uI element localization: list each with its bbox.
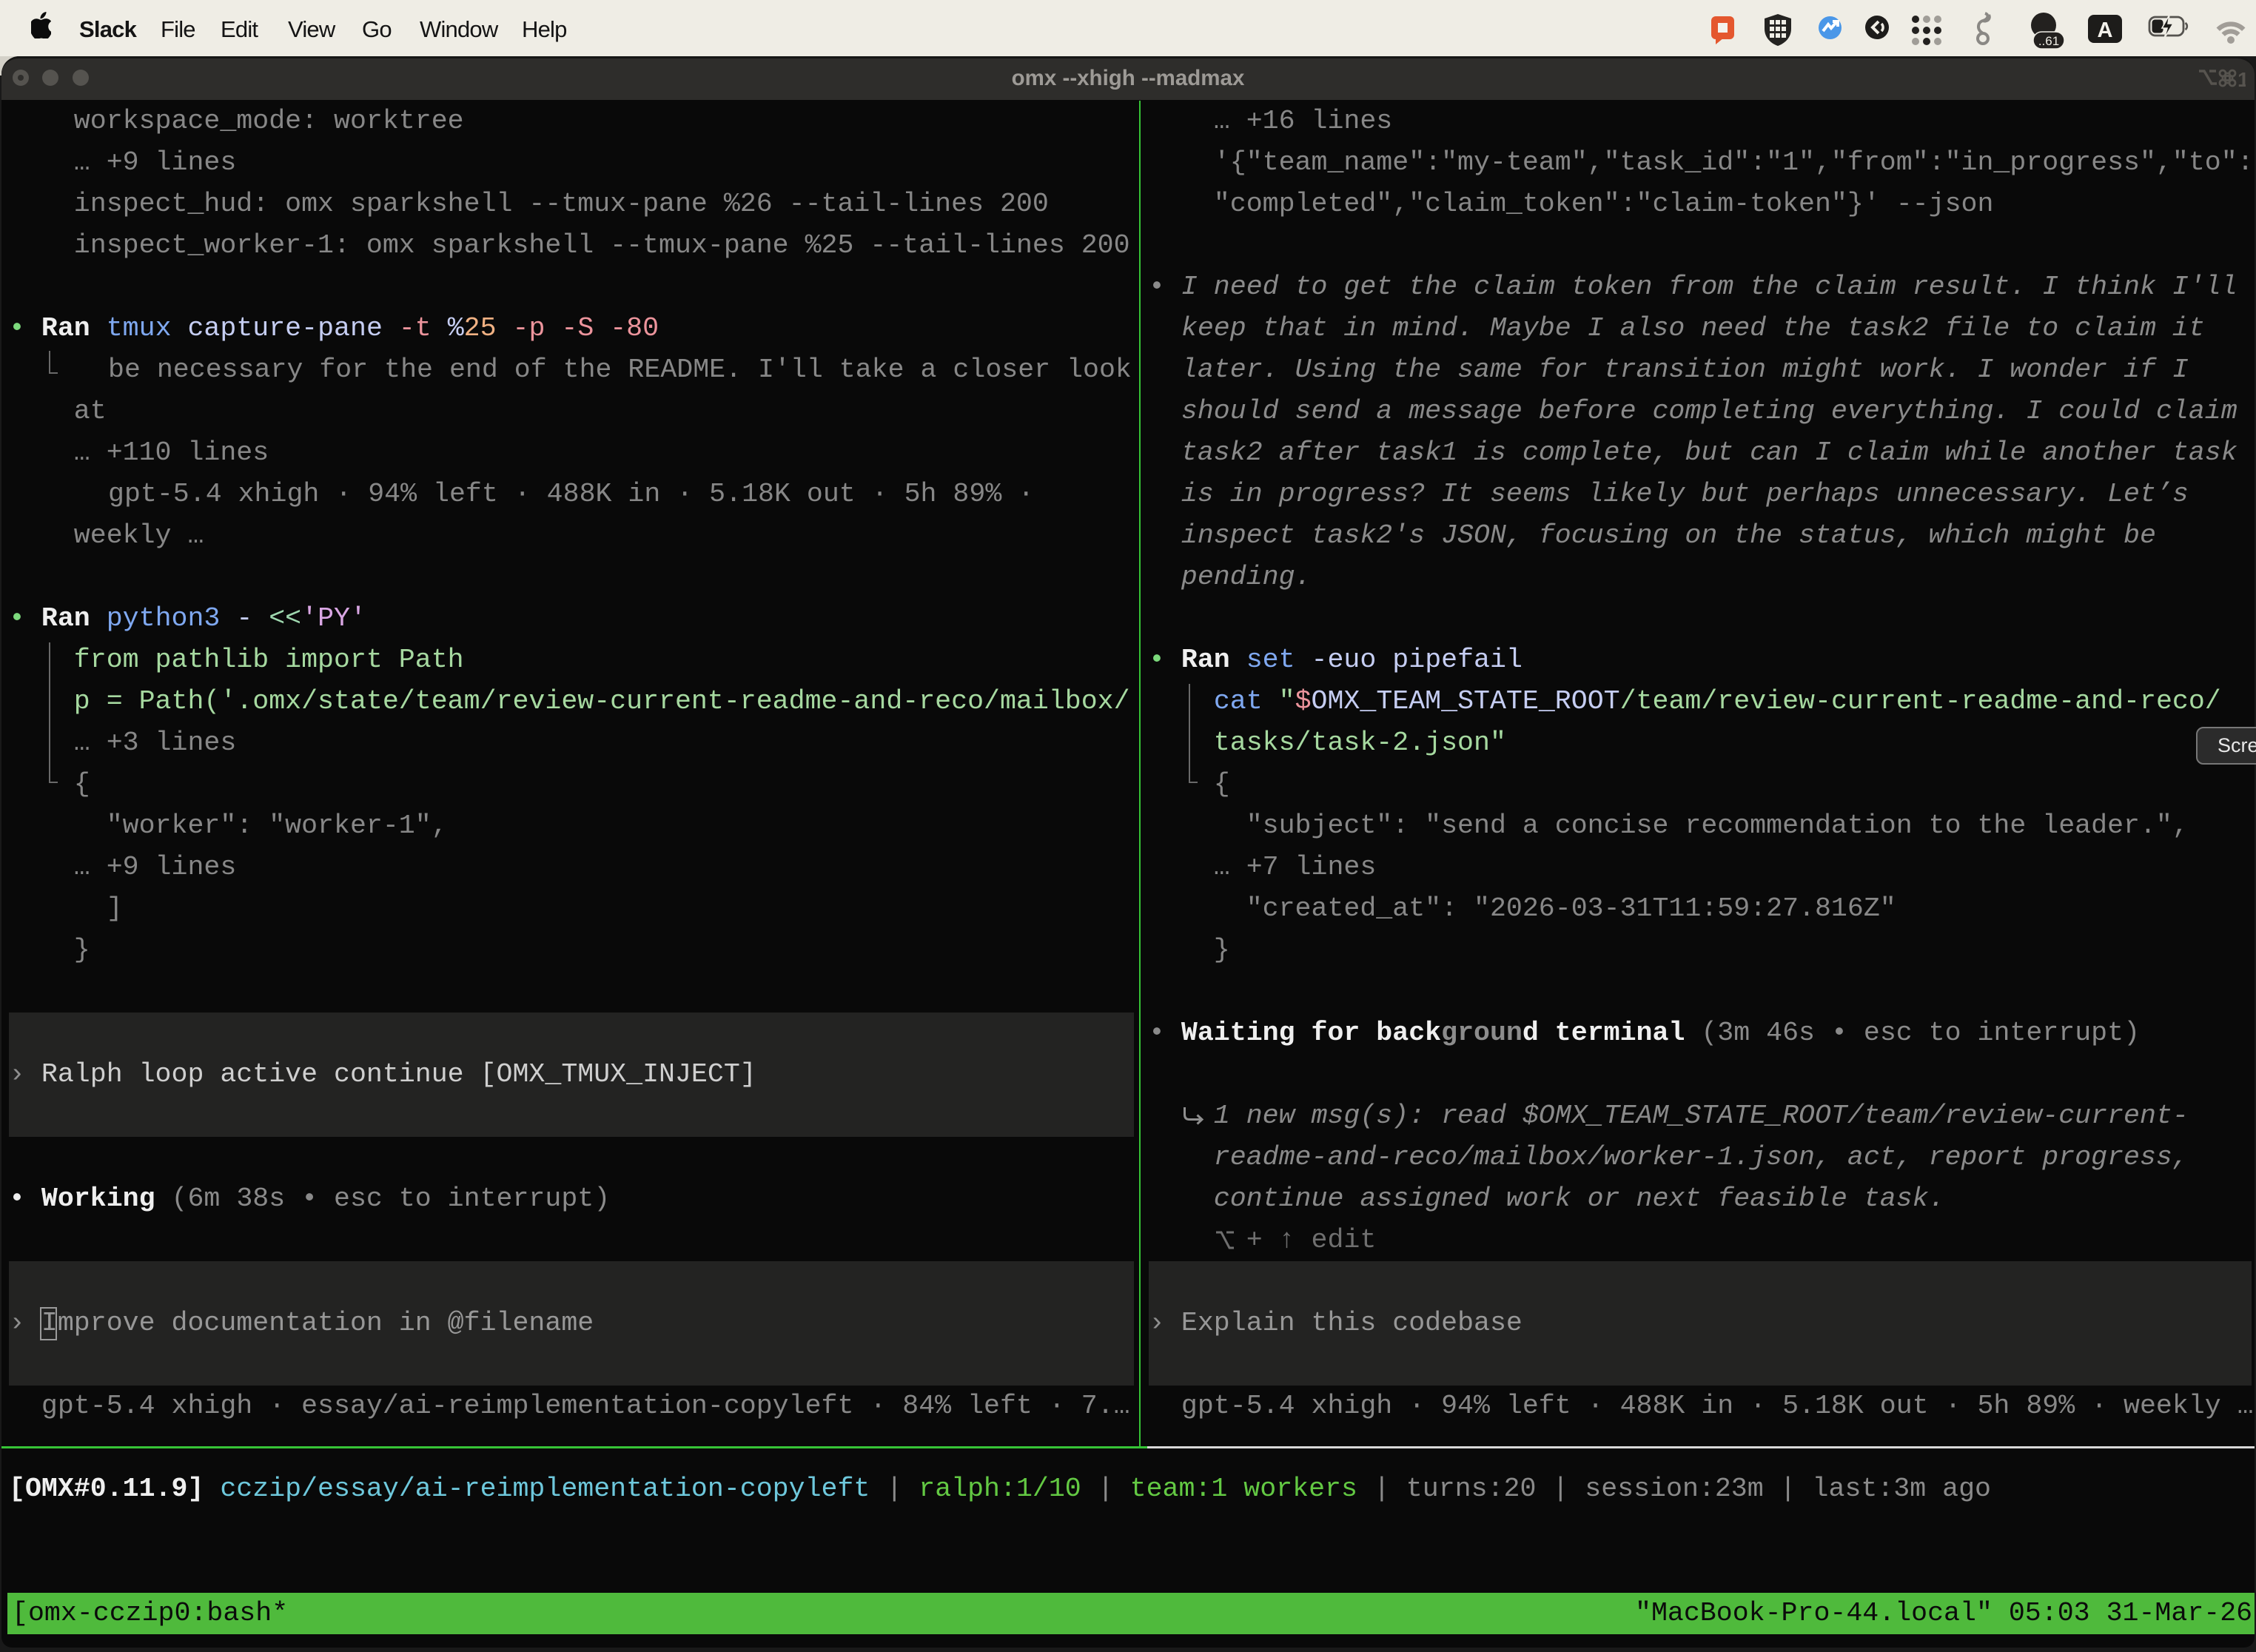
svg-text:1: 1 [2237, 68, 2246, 90]
svg-text:A: A [2098, 19, 2113, 42]
svg-text:..61: ..61 [2038, 34, 2059, 48]
